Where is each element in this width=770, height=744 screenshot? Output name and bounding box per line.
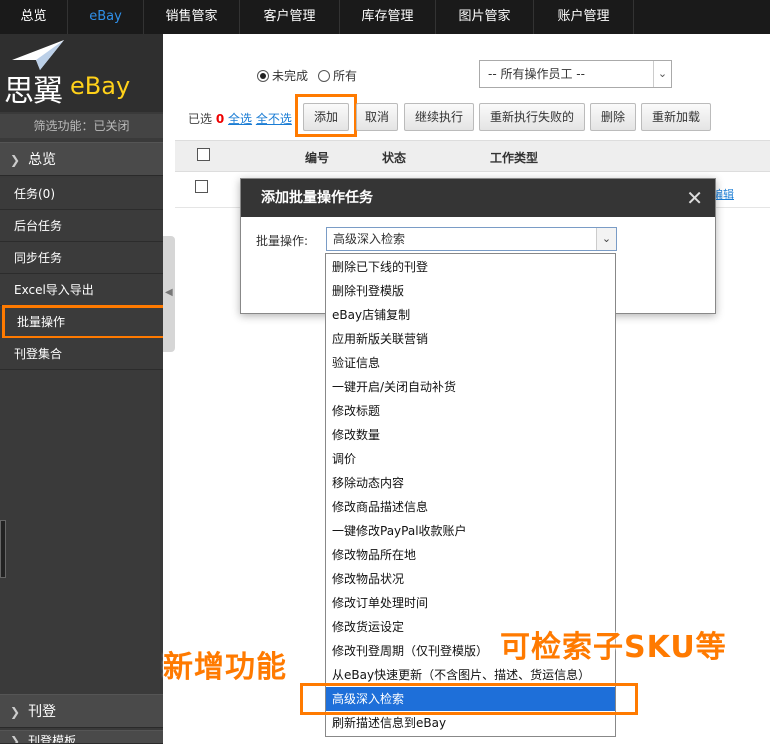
option-item[interactable]: 修改物品所在地: [326, 543, 615, 567]
nav-sales[interactable]: 销售管家: [144, 0, 240, 34]
sidebar-section-listing[interactable]: ❯ 刊登: [0, 694, 163, 728]
option-item[interactable]: 修改数量: [326, 423, 615, 447]
sidebar-section-templates[interactable]: ❯ 刊登模板: [0, 730, 163, 744]
logo-brand: eBay: [70, 72, 131, 100]
col-status: 状态: [382, 151, 407, 165]
dialog-title: 添加批量操作任务: [261, 190, 373, 206]
batch-operation-value: 高级深入检索: [333, 232, 406, 246]
option-item[interactable]: 移除动态内容: [326, 471, 615, 495]
option-item[interactable]: 修改订单处理时间: [326, 591, 615, 615]
selected-prefix: 已选: [188, 112, 213, 126]
radio-incomplete[interactable]: 未完成: [257, 67, 308, 84]
sidebar-item-tasks[interactable]: 任务(0): [0, 178, 163, 210]
option-item[interactable]: 一键开启/关闭自动补货: [326, 375, 615, 399]
batch-operation-select[interactable]: 高级深入检索 ⌄: [326, 227, 617, 251]
radio-dot[interactable]: [257, 69, 269, 82]
annotation-sku-search: 可检索子SKU等: [500, 630, 727, 665]
radio-label: 未完成: [272, 69, 309, 83]
sidebar-item-listing-collection[interactable]: 刊登集合: [0, 338, 163, 370]
option-item[interactable]: 修改标题: [326, 399, 615, 423]
close-icon[interactable]: ✕: [686, 179, 703, 217]
nav-accounts[interactable]: 账户管理: [534, 0, 634, 34]
selected-option-highlight: [300, 683, 638, 715]
delete-button[interactable]: 删除: [590, 103, 636, 131]
batch-operation-label: 批量操作:: [256, 234, 309, 248]
nav-ebay[interactable]: eBay: [68, 0, 144, 34]
select-none-link[interactable]: 全不选: [256, 112, 292, 126]
table-header: 编号 状态 工作类型: [175, 140, 770, 172]
logo-text: 思翼: [4, 74, 63, 109]
selected-count: 0: [215, 112, 225, 126]
annotation-new-feature: 新增功能: [163, 650, 287, 685]
reload-button[interactable]: 重新加载: [641, 103, 711, 131]
logo: 思翼 eBay: [0, 34, 163, 112]
option-item[interactable]: 应用新版关联营销: [326, 327, 615, 351]
continue-button[interactable]: 继续执行: [404, 103, 474, 131]
sidebar-section-overview[interactable]: ❯ 总览: [0, 142, 163, 176]
chevron-right-icon: ❯: [10, 734, 21, 744]
add-button-highlight: [295, 94, 357, 137]
nav-overview[interactable]: 总览: [0, 0, 68, 34]
dialog-header: 添加批量操作任务 ✕: [241, 179, 715, 217]
option-item[interactable]: eBay店铺复制: [326, 303, 615, 327]
nav-inventory[interactable]: 库存管理: [340, 0, 436, 34]
chevron-down-icon: ⌄: [596, 228, 616, 250]
chevron-right-icon: ❯: [10, 153, 21, 167]
sidebar-section-label: 总览: [28, 152, 57, 168]
operator-select[interactable]: -- 所有操作员工 -- ⌄: [479, 60, 672, 88]
selection-summary: 已选 0 全选 全不选: [188, 110, 292, 127]
cancel-button[interactable]: 取消: [356, 103, 398, 131]
col-id: 编号: [305, 151, 330, 165]
retry-failed-button[interactable]: 重新执行失败的: [479, 103, 585, 131]
radio-dot[interactable]: [318, 69, 330, 82]
option-item[interactable]: 删除已下线的刊登: [326, 255, 615, 279]
chevron-down-icon: ⌄: [653, 61, 671, 87]
operator-select-value: -- 所有操作员工 --: [488, 67, 585, 81]
sidebar-section-label: 刊登模板: [28, 734, 77, 744]
filter-status: 筛选功能：已关闭: [0, 114, 163, 138]
option-item[interactable]: 验证信息: [326, 351, 615, 375]
sidebar-item-batch-operations[interactable]: 批量操作: [2, 305, 170, 339]
nav-customers[interactable]: 客户管理: [240, 0, 340, 34]
filter-bar: [175, 34, 770, 94]
sidebar-item-background-tasks[interactable]: 后台任务: [0, 210, 163, 242]
option-item[interactable]: 调价: [326, 447, 615, 471]
sidebar-side-tab[interactable]: [0, 520, 6, 578]
sidebar-item-excel[interactable]: Excel导入导出: [0, 274, 163, 306]
row-checkbox[interactable]: [195, 180, 208, 193]
filter-spacer: [175, 34, 213, 94]
nav-images[interactable]: 图片管家: [436, 0, 534, 34]
option-item[interactable]: 修改物品状况: [326, 567, 615, 591]
radio-label: 所有: [333, 69, 358, 83]
option-item[interactable]: 删除刊登模版: [326, 279, 615, 303]
top-nav: 总览 eBay 销售管家 客户管理 库存管理 图片管家 账户管理: [0, 0, 770, 34]
col-job-type: 工作类型: [490, 151, 539, 165]
sidebar: 思翼 eBay 筛选功能：已关闭: [0, 34, 163, 744]
sidebar-item-sync-tasks[interactable]: 同步任务: [0, 242, 163, 274]
radio-all[interactable]: 所有: [318, 67, 357, 84]
chevron-right-icon: ❯: [10, 705, 21, 719]
option-item[interactable]: 修改商品描述信息: [326, 495, 615, 519]
sidebar-section-label: 刊登: [28, 704, 57, 720]
select-all-link[interactable]: 全选: [228, 112, 252, 126]
chevron-left-icon: ◀: [165, 287, 173, 298]
select-all-checkbox[interactable]: [197, 148, 210, 161]
option-item[interactable]: 一键修改PayPal收款账户: [326, 519, 615, 543]
